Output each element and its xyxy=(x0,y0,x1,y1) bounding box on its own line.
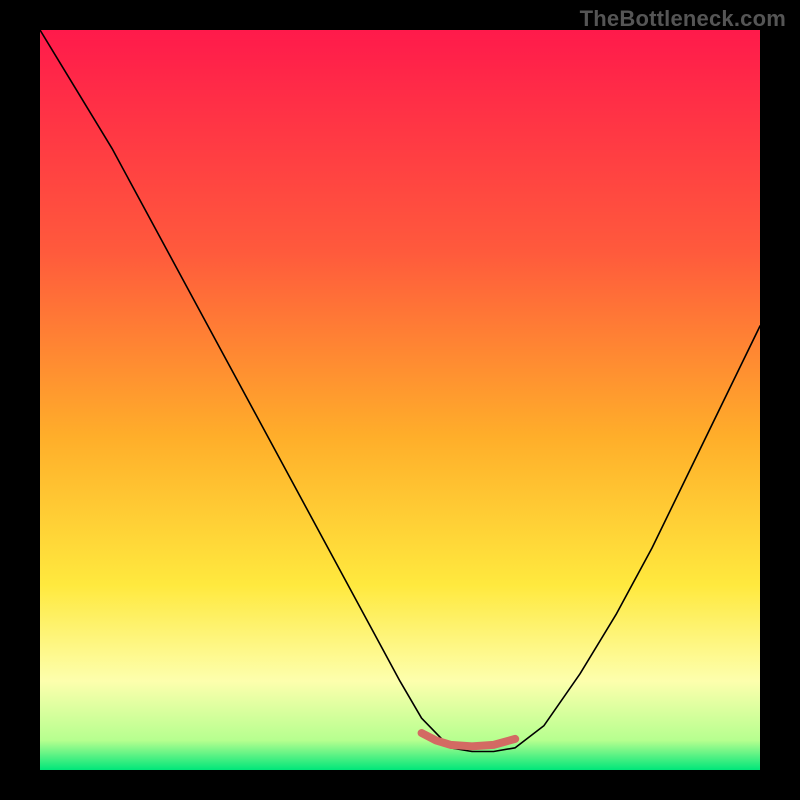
chart-svg xyxy=(40,30,760,770)
chart-frame: TheBottleneck.com xyxy=(0,0,800,800)
gradient-background xyxy=(40,30,760,770)
watermark-label: TheBottleneck.com xyxy=(580,6,786,32)
plot-area xyxy=(40,30,760,770)
